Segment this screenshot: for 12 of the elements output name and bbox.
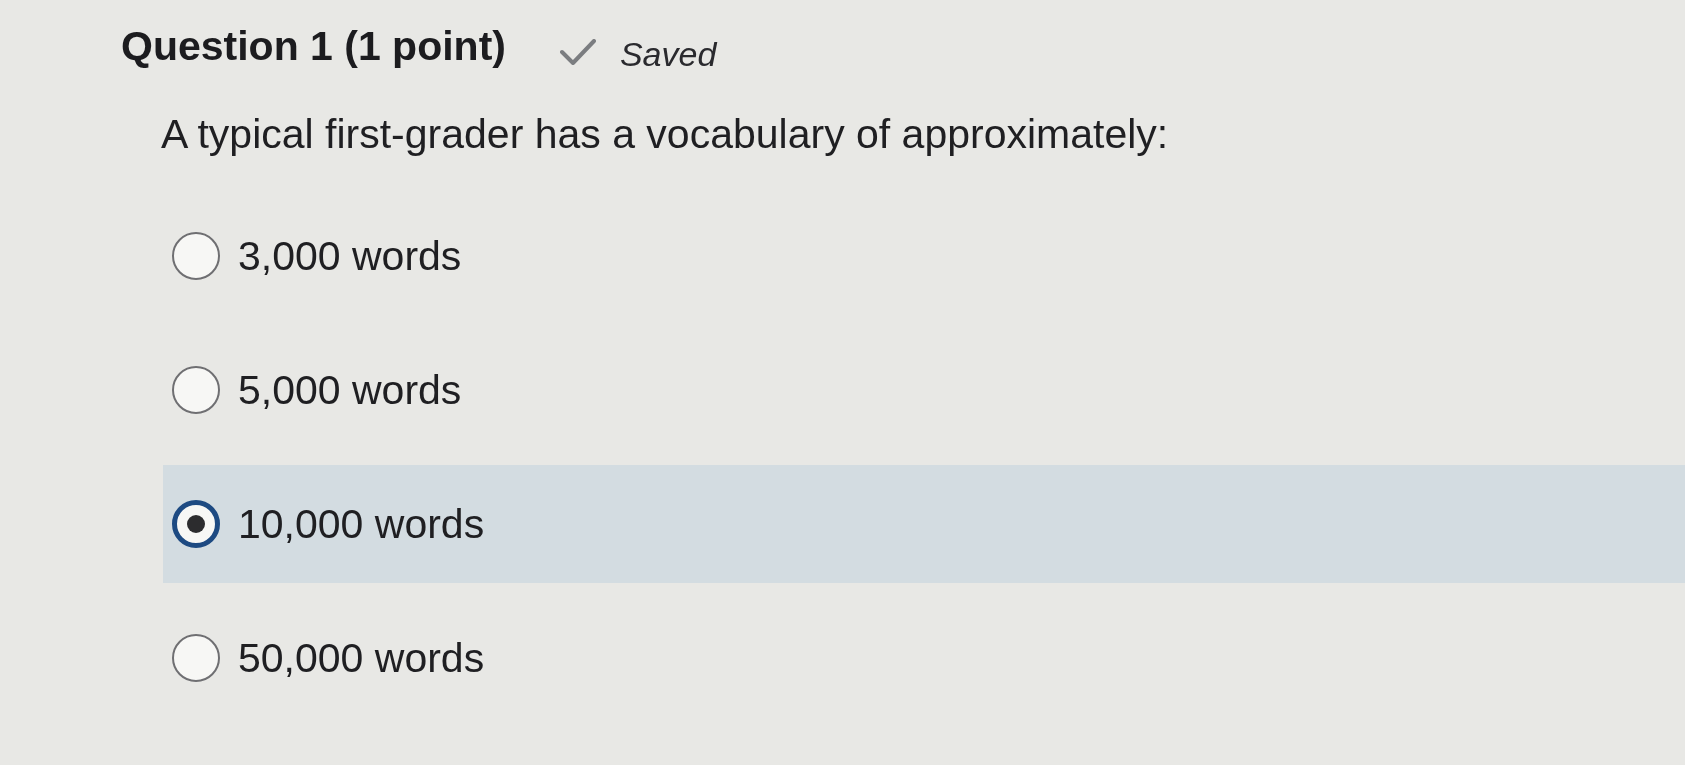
check-icon (559, 39, 596, 65)
radio-button[interactable] (172, 366, 220, 414)
question-prompt: A typical first-grader has a vocabulary of approximately: (161, 110, 1169, 159)
question-title: Question 1 (1 point) (121, 22, 506, 70)
option-label[interactable]: 3,000 words (238, 232, 462, 280)
option-label[interactable]: 5,000 words (238, 366, 462, 414)
saved-status: Saved (619, 34, 717, 74)
radio-button[interactable] (172, 232, 220, 280)
radio-button[interactable] (172, 634, 220, 682)
radio-button[interactable] (172, 500, 220, 548)
option-label[interactable]: 50,000 words (238, 634, 485, 682)
option-label[interactable]: 10,000 words (238, 500, 485, 548)
